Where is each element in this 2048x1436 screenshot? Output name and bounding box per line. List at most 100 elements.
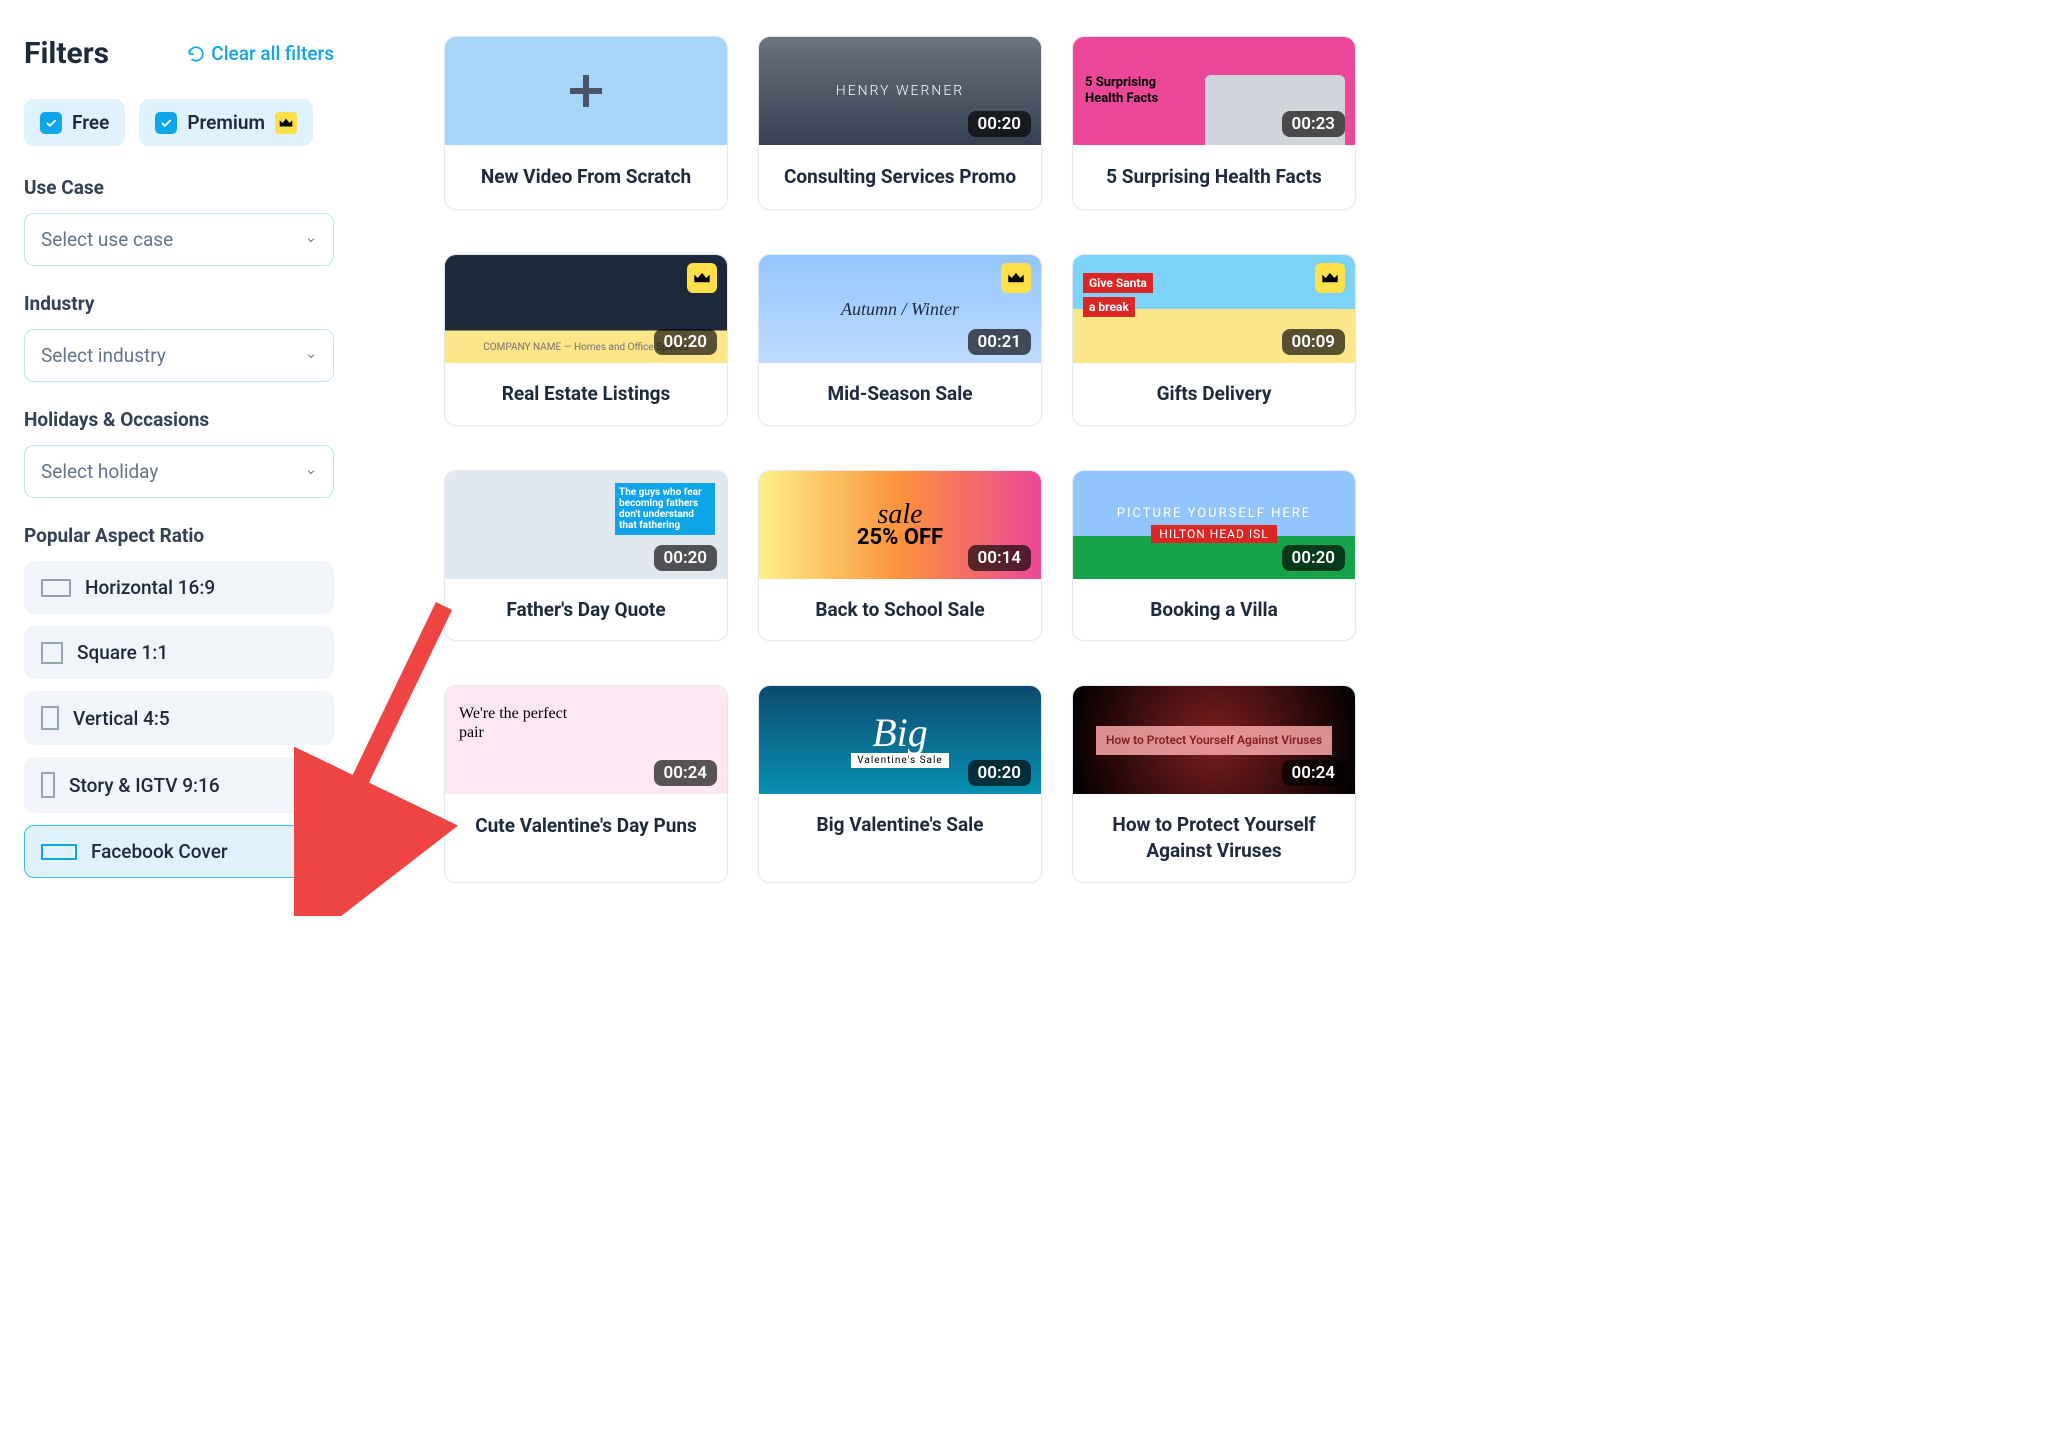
plus-icon xyxy=(562,67,610,115)
duration-badge: 00:24 xyxy=(654,760,717,786)
card-thumbnail: How to Protect Yourself Against Viruses … xyxy=(1073,686,1355,794)
ratio-shape-icon xyxy=(41,772,55,798)
crown-icon xyxy=(1315,263,1345,293)
ratio-label: Facebook Cover xyxy=(91,840,228,863)
card-thumbnail: The guys who fear becoming fathers don't… xyxy=(445,471,727,579)
holidays-label: Holidays & Occasions xyxy=(24,408,334,431)
duration-badge: 00:09 xyxy=(1282,329,1345,355)
duration-badge: 00:20 xyxy=(968,760,1031,786)
pricing-filter-row: Free Premium xyxy=(24,99,334,146)
crown-icon xyxy=(1001,263,1031,293)
card-title: Big Valentine's Sale xyxy=(759,794,1041,856)
thumb-text: How to Protect Yourself Against Viruses xyxy=(1096,726,1332,755)
ratio-horizontal[interactable]: Horizontal 16:9 xyxy=(24,561,334,614)
chevron-down-icon xyxy=(305,466,317,478)
chevron-down-icon xyxy=(305,234,317,246)
duration-badge: 00:20 xyxy=(1282,545,1345,571)
duration-badge: 00:21 xyxy=(968,329,1031,355)
thumb-text: The guys who fear becoming fathers don't… xyxy=(615,483,715,535)
template-card[interactable]: We're the perfect pair 00:24 Cute Valent… xyxy=(444,685,728,882)
card-thumbnail: We're the perfect pair 00:24 xyxy=(445,686,727,794)
premium-label: Premium xyxy=(187,111,265,134)
thumb-text: HENRY WERNER xyxy=(836,83,964,99)
ratio-square[interactable]: Square 1:1 xyxy=(24,626,334,679)
card-title: How to Protect Your­self Against Viruses xyxy=(1073,794,1355,881)
template-card[interactable]: The guys who fear becoming fathers don't… xyxy=(444,470,728,642)
ratio-label: Square 1:1 xyxy=(77,641,168,664)
thumb-text: Autumn / Winter xyxy=(841,299,959,320)
duration-badge: 00:14 xyxy=(968,545,1031,571)
thumb-text: a break xyxy=(1083,297,1135,317)
card-title: Cute Valentine's Day Puns xyxy=(445,794,727,858)
filters-title: Filters xyxy=(24,36,109,71)
industry-label: Industry xyxy=(24,292,334,315)
use-case-label: Use Case xyxy=(24,176,334,199)
ratio-facebook-cover[interactable]: Facebook Cover f xyxy=(24,825,334,878)
thumb-text: We're the perfect pair xyxy=(459,704,579,742)
card-thumbnail xyxy=(445,37,727,145)
crown-icon xyxy=(687,263,717,293)
card-title: Real Estate Listings xyxy=(445,363,727,425)
template-card-new-scratch[interactable]: New Video From Scratch xyxy=(444,36,728,210)
industry-placeholder: Select industry xyxy=(41,344,166,367)
industry-select[interactable]: Select industry xyxy=(24,329,334,382)
card-title: Gifts Delivery xyxy=(1073,363,1355,425)
aspect-ratio-list: Horizontal 16:9 Square 1:1 Vertical 4:5 … xyxy=(24,561,334,878)
ratio-shape-icon xyxy=(41,579,71,597)
thumb-text: 25% OFF xyxy=(857,525,943,550)
checkbox-checked-icon xyxy=(40,112,62,134)
chevron-down-icon xyxy=(305,350,317,362)
free-label: Free xyxy=(72,111,109,134)
card-thumbnail: Autumn / Winter 00:21 xyxy=(759,255,1041,363)
template-card[interactable]: 5 Surprising Health Facts 00:23 5 Surpri… xyxy=(1072,36,1356,210)
clear-all-filters-button[interactable]: Clear all filters xyxy=(187,42,334,65)
thumb-text: 5 Surprising Health Facts xyxy=(1085,75,1175,106)
card-title: Back to School Sale xyxy=(759,579,1041,641)
card-thumbnail: PICTURE YOURSELF HERE HILTON HEAD ISL 00… xyxy=(1073,471,1355,579)
ratio-shape-icon xyxy=(41,642,63,664)
card-title: New Video From Scratch xyxy=(445,145,727,209)
template-card[interactable]: sale 25% OFF 00:14 Back to School Sale xyxy=(758,470,1042,642)
page-layout: Filters Clear all filters Free Premium U… xyxy=(24,36,1504,883)
card-title: Father's Day Quote xyxy=(445,579,727,641)
card-title: Consulting Services Promo xyxy=(759,145,1041,209)
duration-badge: 00:24 xyxy=(1282,760,1345,786)
ratio-label: Horizontal 16:9 xyxy=(85,576,215,599)
duration-badge: 00:23 xyxy=(1282,111,1345,137)
thumb-text: Give Santa xyxy=(1083,273,1153,293)
holidays-select[interactable]: Select holiday xyxy=(24,445,334,498)
free-filter-chip[interactable]: Free xyxy=(24,99,125,146)
template-card[interactable]: Autumn / Winter 00:21 Mid-Season Sale xyxy=(758,254,1042,426)
card-title: 5 Surprising Health Facts xyxy=(1073,145,1355,209)
ratio-label: Vertical 4:5 xyxy=(73,707,170,730)
template-card[interactable]: COMPANY NAME — Homes and Office Spaces 0… xyxy=(444,254,728,426)
duration-badge: 00:20 xyxy=(968,111,1031,137)
holidays-placeholder: Select holiday xyxy=(41,460,158,483)
card-title: Booking a Villa xyxy=(1073,579,1355,641)
template-card[interactable]: Give Santa a break 00:09 Gifts Delivery xyxy=(1072,254,1356,426)
refresh-icon xyxy=(187,45,205,63)
ratio-label: Story & IGTV 9:16 xyxy=(69,774,220,797)
card-thumbnail: HENRY WERNER 00:20 xyxy=(759,37,1041,145)
card-thumbnail: COMPANY NAME — Homes and Office Spaces 0… xyxy=(445,255,727,363)
ratio-vertical[interactable]: Vertical 4:5 xyxy=(24,691,334,745)
premium-filter-chip[interactable]: Premium xyxy=(139,99,313,146)
use-case-select[interactable]: Select use case xyxy=(24,213,334,266)
thumb-text: HILTON HEAD ISL xyxy=(1151,525,1276,543)
crown-icon xyxy=(275,112,297,134)
clear-all-label: Clear all filters xyxy=(211,42,334,65)
ratio-shape-icon xyxy=(41,844,77,860)
template-card[interactable]: HENRY WERNER 00:20 Consulting Services P… xyxy=(758,36,1042,210)
template-card[interactable]: How to Protect Yourself Against Viruses … xyxy=(1072,685,1356,882)
facebook-icon: f xyxy=(295,841,317,863)
use-case-placeholder: Select use case xyxy=(41,228,173,251)
aspect-ratio-label: Popular Aspect Ratio xyxy=(24,524,334,547)
ratio-shape-icon xyxy=(41,706,59,730)
card-thumbnail: sale 25% OFF 00:14 xyxy=(759,471,1041,579)
ratio-story[interactable]: Story & IGTV 9:16 xyxy=(24,757,334,813)
template-card[interactable]: PICTURE YOURSELF HERE HILTON HEAD ISL 00… xyxy=(1072,470,1356,642)
card-thumbnail: Big Valentine's Sale 00:20 xyxy=(759,686,1041,794)
card-title: Mid-Season Sale xyxy=(759,363,1041,425)
filters-header: Filters Clear all filters xyxy=(24,36,334,71)
template-card[interactable]: Big Valentine's Sale 00:20 Big Valentine… xyxy=(758,685,1042,882)
